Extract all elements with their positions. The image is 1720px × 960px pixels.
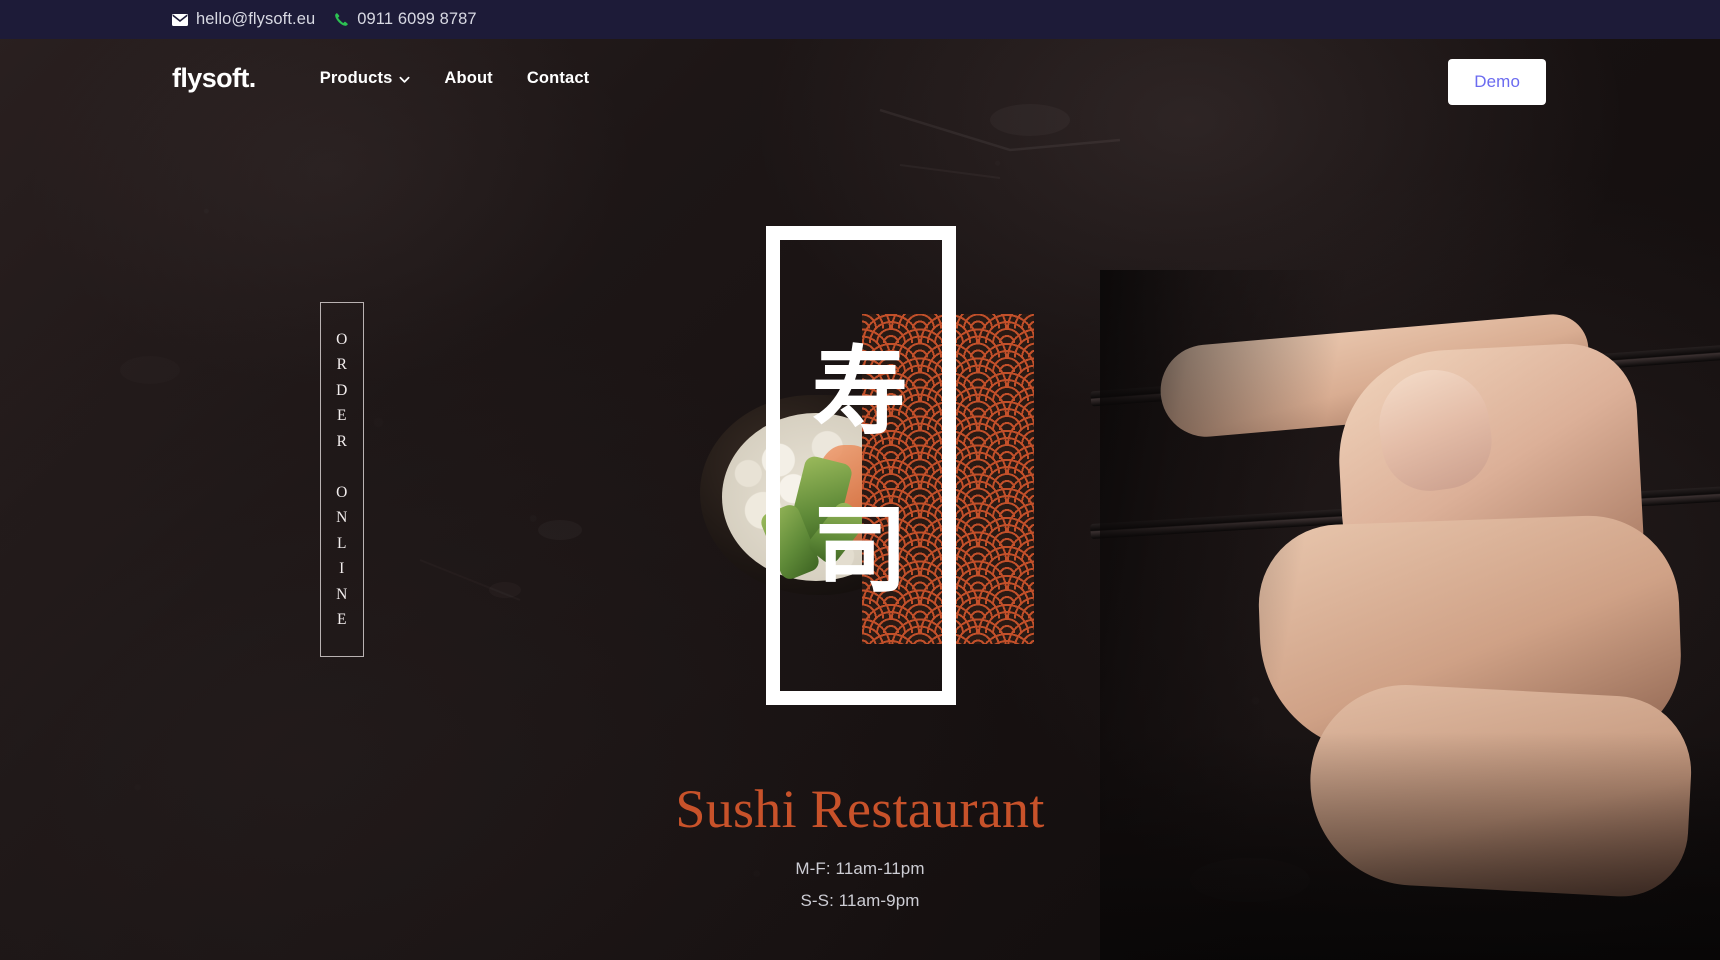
nav-item-contact[interactable]: Contact bbox=[527, 69, 589, 88]
envelope-icon bbox=[172, 12, 188, 28]
contact-email-text: hello@flysoft.eu bbox=[196, 10, 316, 28]
nav-item-products-label: Products bbox=[319, 68, 393, 87]
top-contact-bar: hello@flysoft.eu 0911 6099 8787 bbox=[0, 0, 1720, 39]
demo-button[interactable]: Demo bbox=[1448, 59, 1546, 105]
hand-shadow-overlay bbox=[1100, 270, 1720, 960]
nav-item-about[interactable]: About bbox=[444, 69, 492, 88]
nav-links: Products About Contact bbox=[320, 69, 590, 88]
hero-white-frame bbox=[766, 226, 956, 705]
main-navigation: flysoft. Products About Contact Demo bbox=[0, 39, 1720, 117]
hours-weekend: S-S: 11am-9pm bbox=[800, 891, 920, 910]
contact-phone-text: 0911 6099 8787 bbox=[357, 10, 477, 28]
logo[interactable]: flysoft. bbox=[172, 63, 256, 94]
order-online-badge[interactable]: O R D E R O N L I N E bbox=[320, 302, 364, 657]
order-online-label: O R D E R O N L I N E bbox=[336, 330, 348, 629]
kanji-sushi-second: 司 bbox=[812, 494, 908, 606]
contact-phone[interactable]: 0911 6099 8787 bbox=[333, 10, 477, 29]
contact-email[interactable]: hello@flysoft.eu bbox=[172, 10, 315, 29]
page-title: Sushi Restaurant bbox=[675, 779, 1045, 839]
kanji-sushi-first: 寿 bbox=[812, 336, 908, 448]
nav-item-about-label: About bbox=[444, 68, 493, 87]
chevron-down-icon bbox=[399, 71, 410, 83]
phone-icon bbox=[333, 12, 349, 28]
hand-with-chopsticks bbox=[1090, 270, 1720, 960]
nav-item-contact-label: Contact bbox=[526, 68, 590, 87]
top-contact-bar-inner: hello@flysoft.eu 0911 6099 8787 bbox=[172, 10, 477, 29]
hero-page: 寿 司 O R D E R O N L I N E Sushi Restaura… bbox=[0, 0, 1720, 960]
hours-weekday: M-F: 11am-11pm bbox=[795, 859, 925, 878]
nav-item-products[interactable]: Products bbox=[320, 69, 411, 88]
